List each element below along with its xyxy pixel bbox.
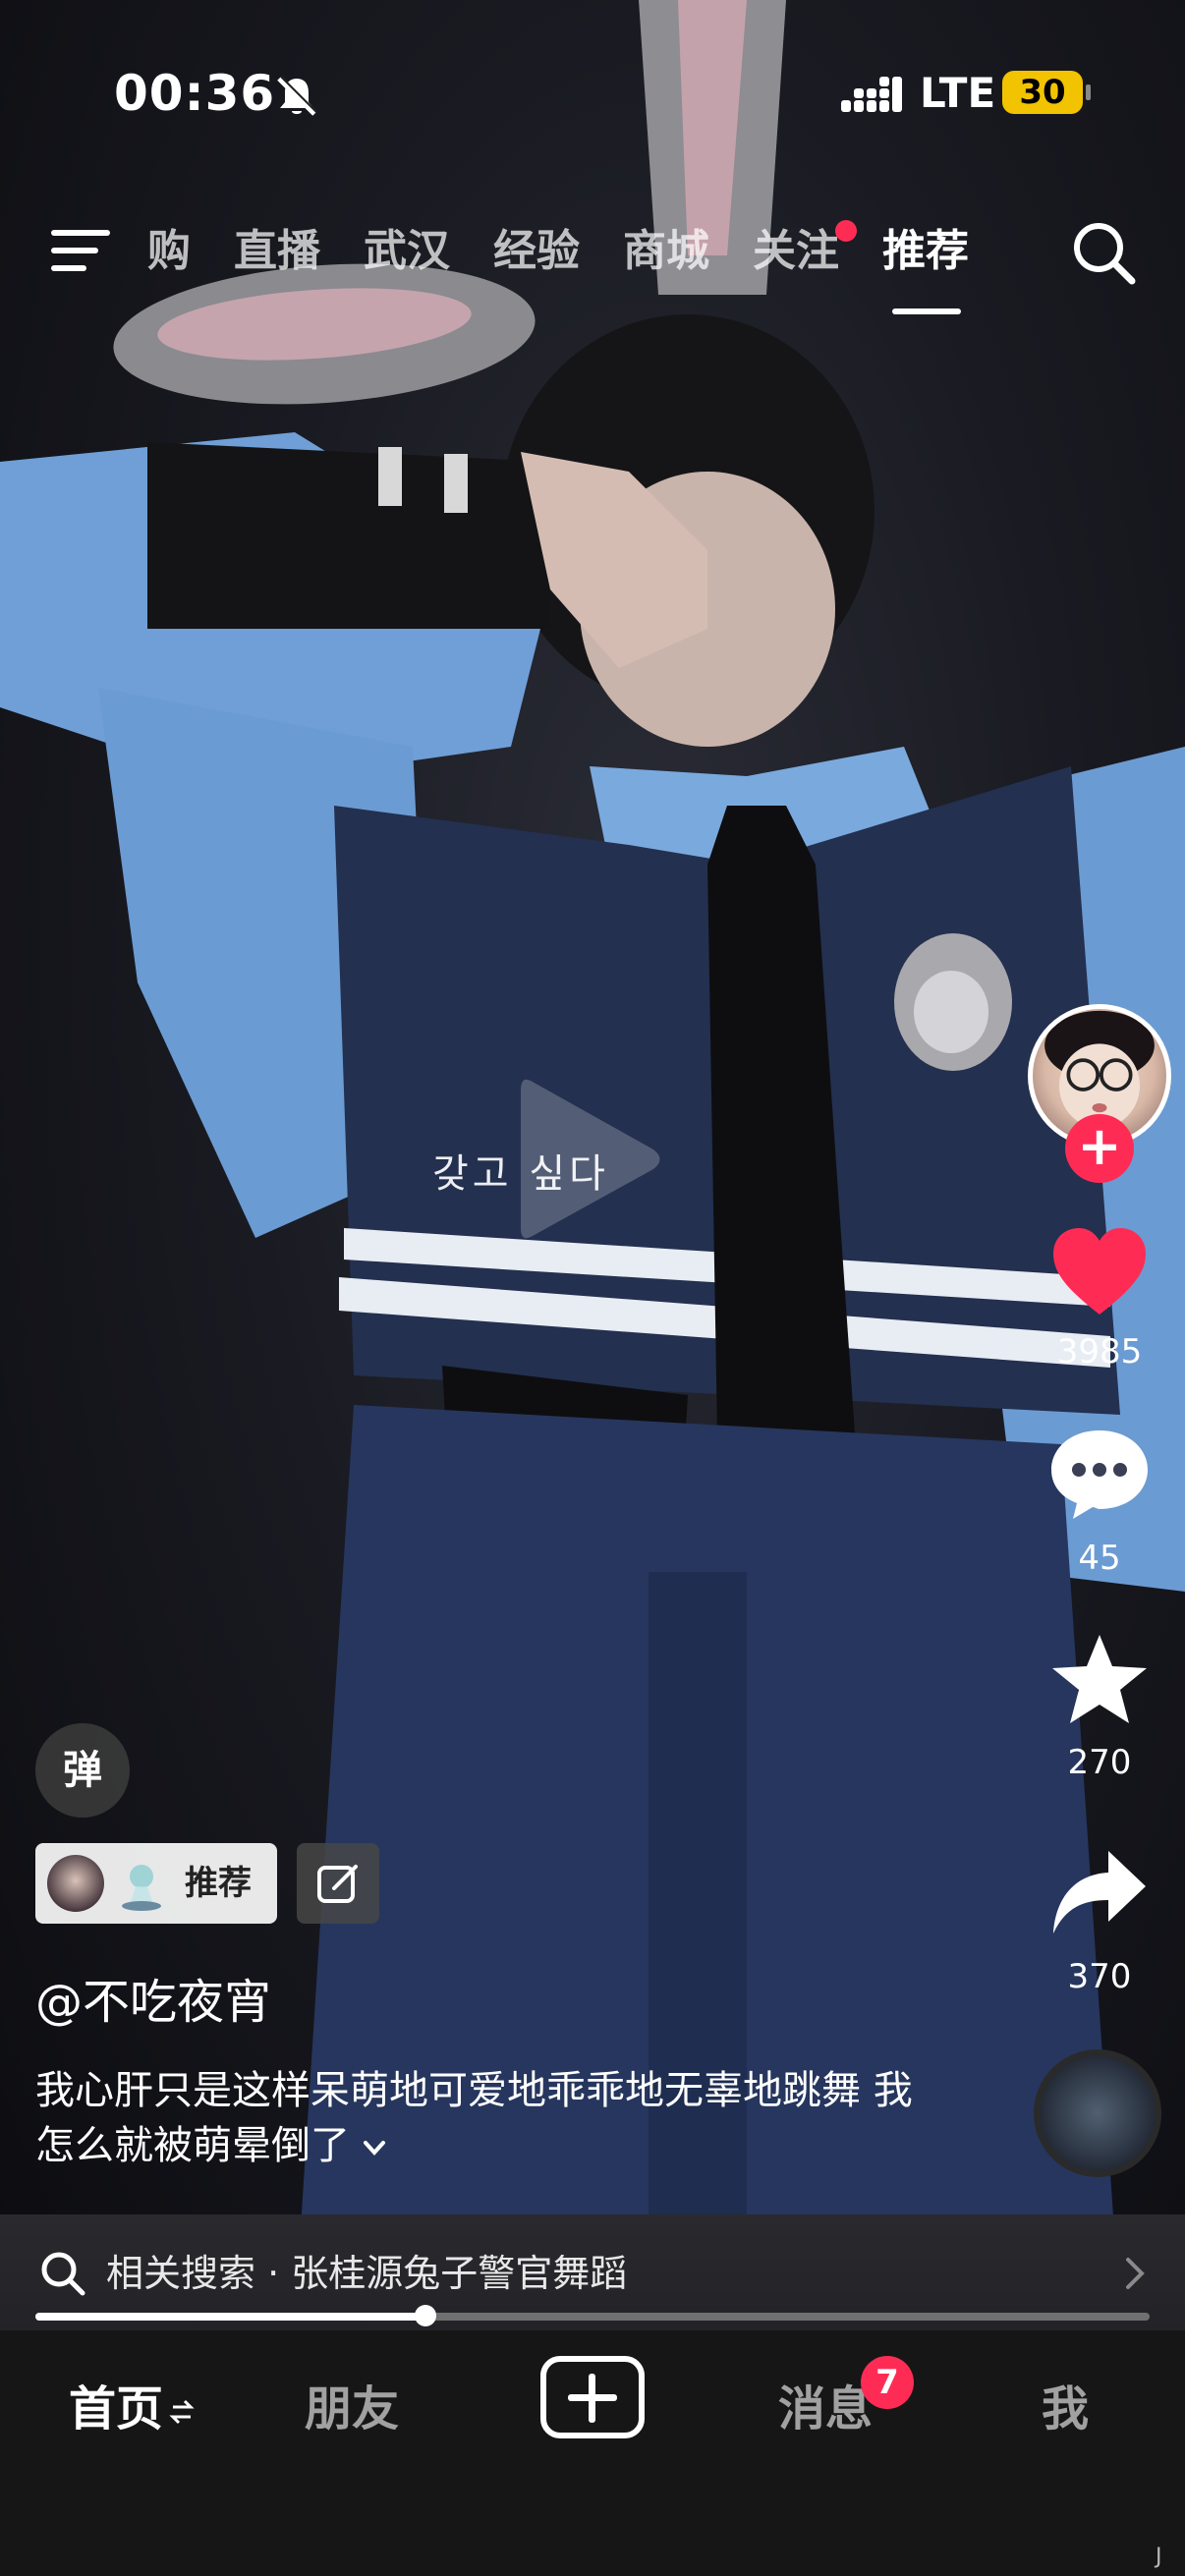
author-name[interactable]: @不吃夜宵 bbox=[35, 1963, 271, 2032]
caption-text: 我心肝只是这样呆萌地可爱地乖乖地无辜地跳舞 我怎么就被萌晕倒了 bbox=[35, 2068, 913, 2168]
tab-mall[interactable]: 商城 bbox=[623, 216, 709, 287]
network-type: LTE bbox=[920, 69, 996, 117]
music-disc[interactable] bbox=[1034, 2049, 1161, 2177]
favorite-count: 270 bbox=[1067, 1743, 1132, 1782]
tab-label: 推荐 bbox=[882, 226, 969, 276]
notification-dot bbox=[835, 220, 857, 242]
tag-label: 推荐 bbox=[185, 1864, 252, 1903]
tab-label: 经验 bbox=[493, 226, 580, 276]
active-tab-indicator bbox=[892, 308, 961, 314]
tab-following[interactable]: 关注 bbox=[753, 216, 857, 287]
share-icon[interactable] bbox=[1047, 1843, 1152, 1941]
search-icon bbox=[41, 2252, 85, 2296]
like-count: 3985 bbox=[1056, 1332, 1143, 1372]
edit-button[interactable] bbox=[297, 1843, 379, 1924]
tab-label: 武汉 bbox=[364, 226, 450, 276]
status-bar: 00:36 LTE 30 bbox=[0, 59, 1185, 138]
tag-avatar bbox=[47, 1855, 104, 1912]
tab-label: 直播 bbox=[234, 226, 320, 276]
top-nav: 购 直播 武汉 经验 商城 关注 推荐 bbox=[0, 206, 1185, 314]
video-caption[interactable]: 我心肝只是这样呆萌地可爱地乖乖地无辜地跳舞 我怎么就被萌晕倒了 bbox=[35, 2063, 920, 2173]
menu-icon[interactable] bbox=[51, 226, 114, 277]
tab-home-label: 首页 bbox=[69, 2381, 164, 2436]
signal-icon bbox=[841, 77, 902, 112]
bell-slash-icon bbox=[277, 76, 317, 116]
tab-live[interactable]: 直播 bbox=[234, 216, 320, 287]
star-icon[interactable] bbox=[1047, 1631, 1152, 1729]
progress-thumb[interactable] bbox=[414, 2305, 436, 2326]
chevron-down-icon[interactable] bbox=[360, 2133, 389, 2162]
video-lyric: 갖고 싶다 bbox=[432, 1151, 609, 1197]
tab-label: 商城 bbox=[623, 226, 709, 276]
ufo-icon bbox=[122, 1865, 161, 1911]
danmu-toggle[interactable]: 弹 bbox=[35, 1723, 130, 1818]
tab-messages[interactable]: 消息 bbox=[778, 2370, 873, 2438]
battery-level: 30 bbox=[1002, 71, 1091, 114]
recommend-tag[interactable]: 推荐 bbox=[35, 1843, 277, 1924]
create-post-button[interactable] bbox=[540, 2356, 645, 2438]
nav-tabs: 购 直播 武汉 经验 商城 关注 推荐 bbox=[147, 216, 1012, 314]
comment-count: 45 bbox=[1078, 1539, 1121, 1578]
tab-local[interactable]: 武汉 bbox=[364, 216, 450, 287]
search-icon[interactable] bbox=[1069, 218, 1138, 287]
tab-home[interactable]: 首页 bbox=[69, 2370, 195, 2438]
edit-icon bbox=[317, 1865, 358, 1903]
tab-recommend[interactable]: 推荐 bbox=[882, 216, 969, 314]
corner-mark: J bbox=[1156, 2545, 1162, 2569]
messages-badge: 7 bbox=[861, 2356, 914, 2409]
progress-fill bbox=[35, 2313, 425, 2321]
status-time: 00:36 bbox=[114, 65, 276, 122]
tab-me[interactable]: 我 bbox=[1042, 2370, 1089, 2438]
heart-icon[interactable] bbox=[1047, 1224, 1152, 1322]
tab-label: 购 bbox=[147, 226, 191, 276]
comment-icon[interactable] bbox=[1047, 1425, 1152, 1523]
share-count: 370 bbox=[1067, 1957, 1132, 1996]
video-progress-bar[interactable] bbox=[35, 2305, 1150, 2326]
tab-label: 关注 bbox=[753, 226, 839, 276]
switch-icon bbox=[169, 2399, 195, 2425]
tab-experience[interactable]: 经验 bbox=[493, 216, 580, 287]
chevron-right-icon bbox=[1126, 2258, 1145, 2289]
follow-button[interactable]: + bbox=[1065, 1114, 1134, 1183]
tab-shop[interactable]: 购 bbox=[147, 216, 191, 287]
tab-friends[interactable]: 朋友 bbox=[305, 2370, 399, 2438]
related-search-text: 相关搜索 · 张桂源兔子警官舞蹈 bbox=[106, 2252, 628, 2295]
